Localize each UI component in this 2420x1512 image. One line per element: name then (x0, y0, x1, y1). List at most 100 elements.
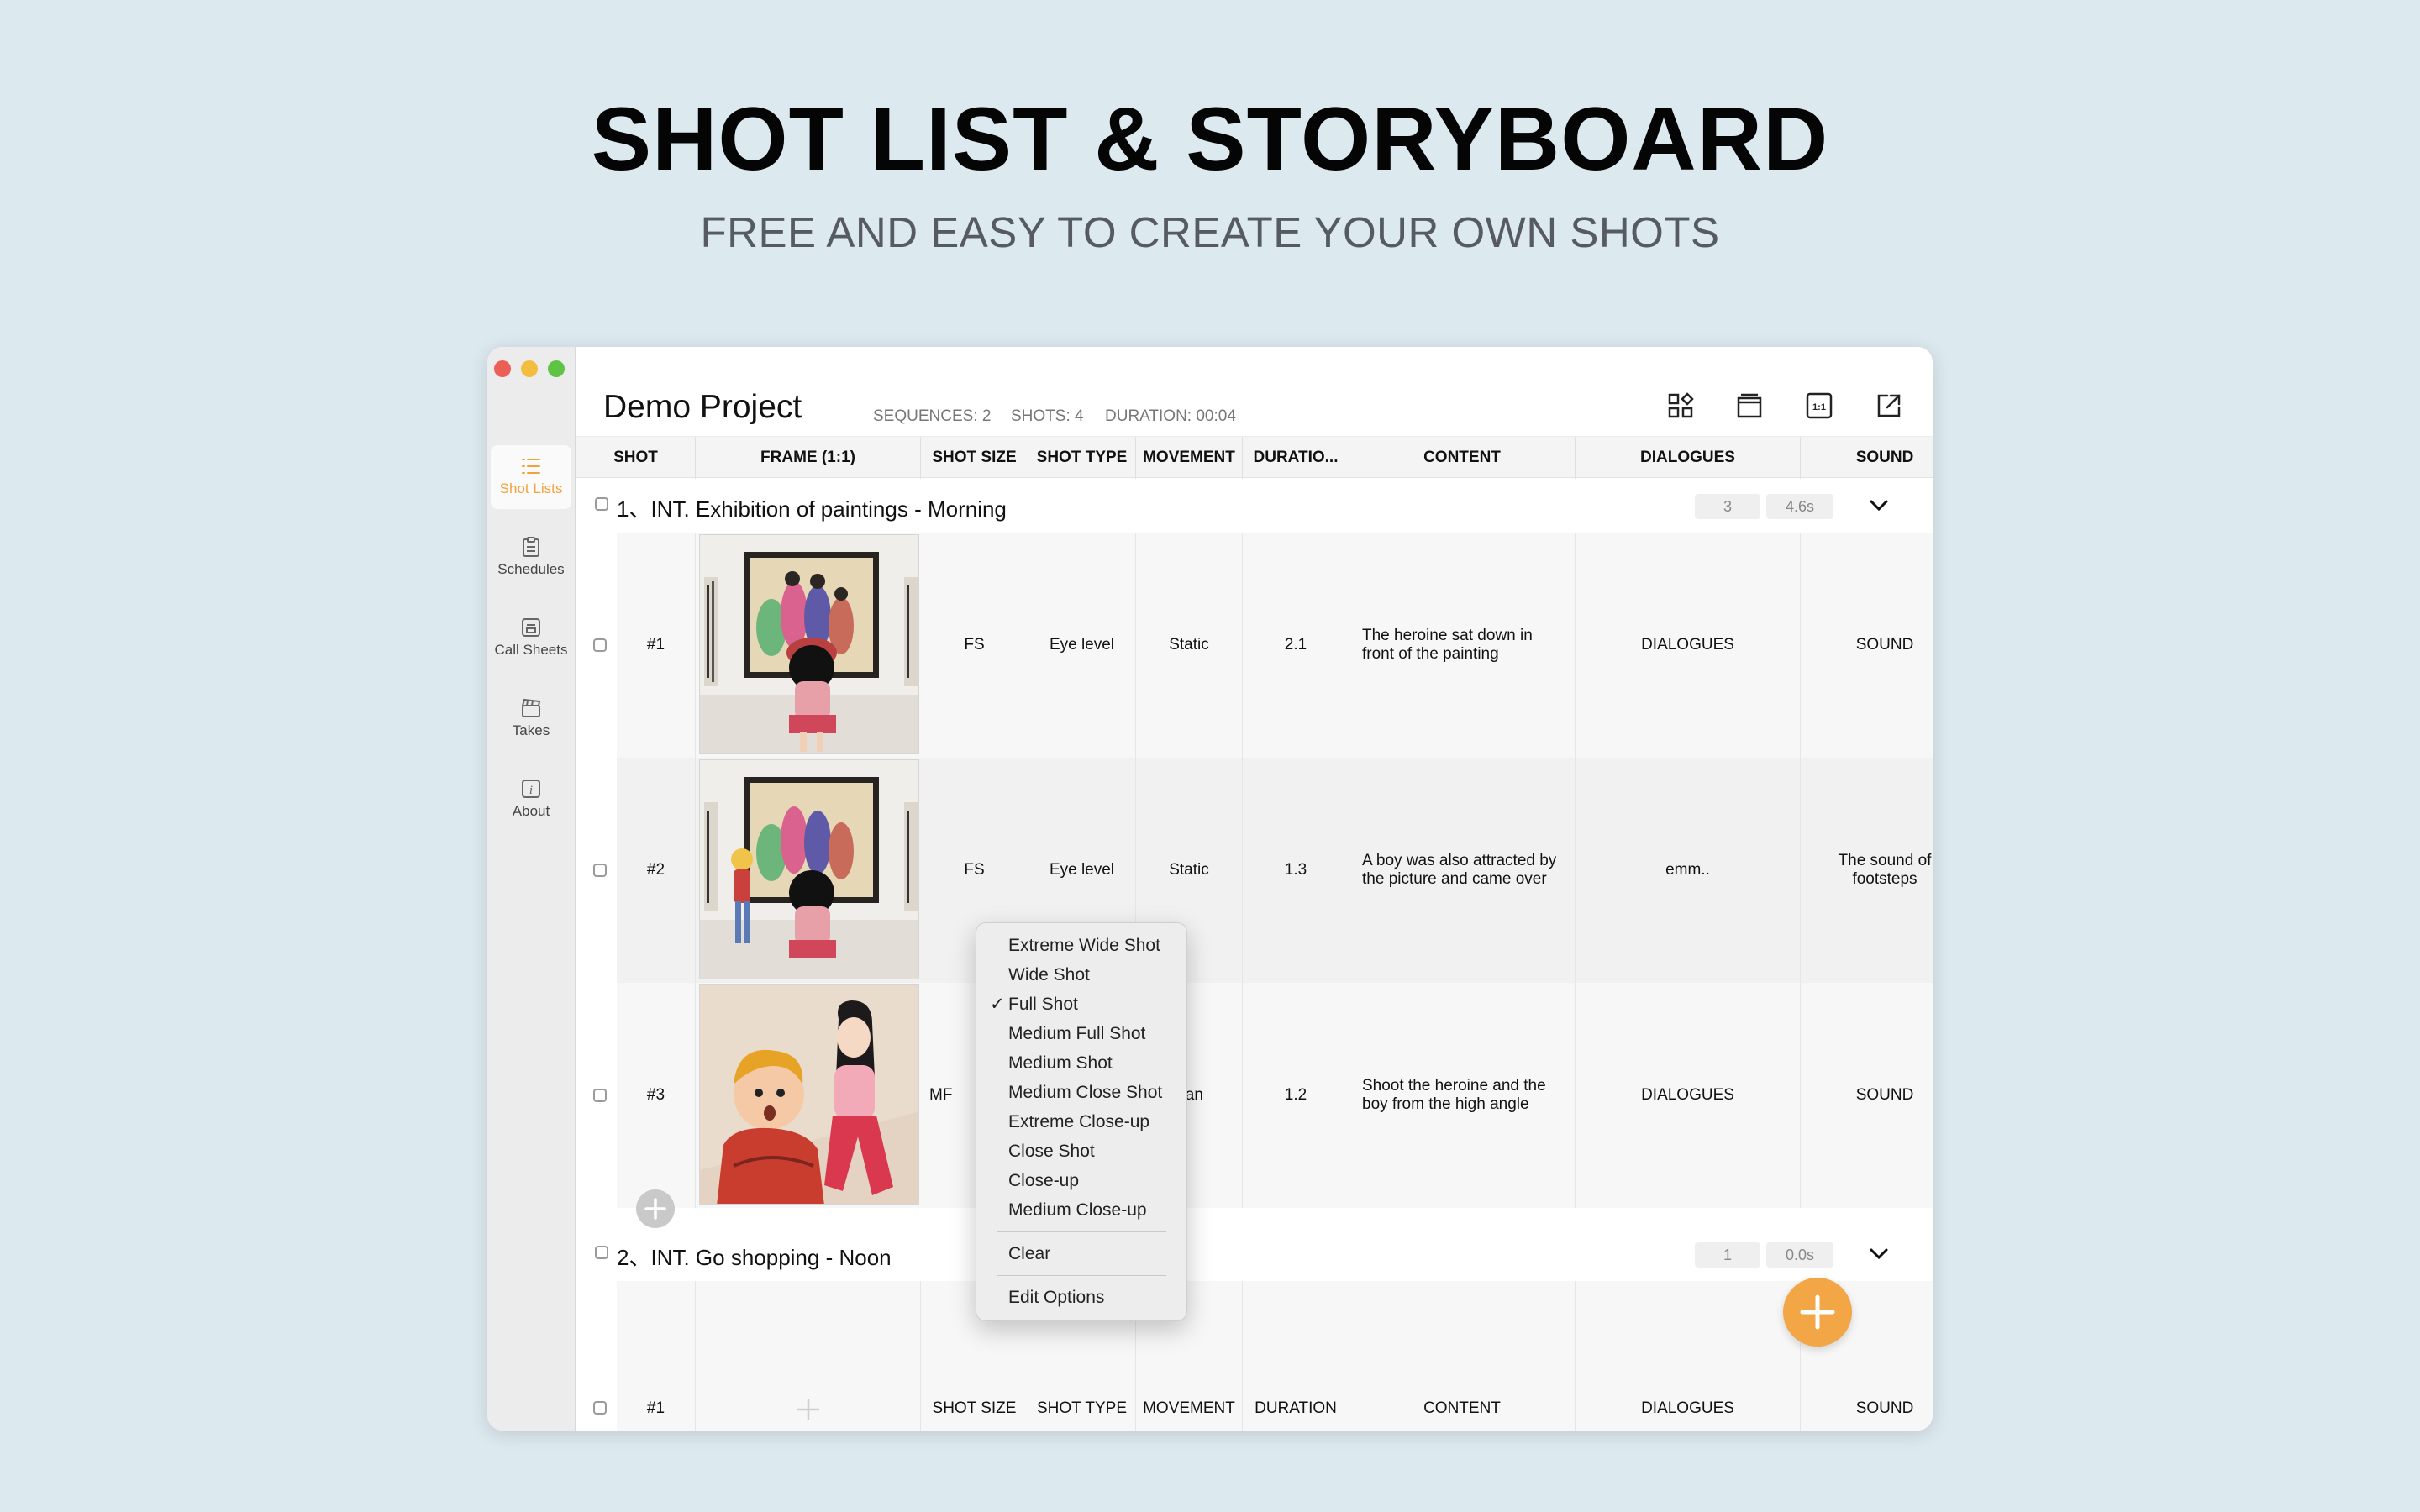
content-cell[interactable]: CONTENT (1349, 1281, 1576, 1431)
sidebar-item-label: Takes (512, 722, 550, 738)
column-header-shot[interactable]: SHOT (576, 437, 696, 479)
add-shot-button[interactable] (636, 1189, 675, 1228)
menu-item-clear[interactable]: Clear (976, 1239, 1186, 1268)
table-row[interactable]: #2 FS Eye level Static 1.3 A boy was als… (593, 758, 1933, 983)
export-icon[interactable] (1874, 391, 1904, 421)
column-header-movement[interactable]: MOVEMENT (1136, 437, 1243, 479)
sidebar-item-call-sheets[interactable]: Call Sheets (491, 606, 571, 670)
table-row[interactable]: #1 SHOT SIZE SHOT TYPE MOVEMENT DURATION… (593, 1281, 1933, 1431)
grid-view-icon[interactable] (1665, 391, 1696, 421)
main-area: Demo Project SEQUENCES: 2 SHOTS: 4 DURAT… (576, 347, 1933, 1431)
dialogues-cell[interactable]: emm.. (1576, 758, 1801, 983)
sound-cell[interactable]: SOUND (1801, 983, 1933, 1208)
column-header-frame[interactable]: FRAME (1:1) (696, 437, 921, 479)
menu-item-medium-close-shot[interactable]: Medium Close Shot (976, 1078, 1186, 1107)
total-duration: DURATION: 00:04 (1105, 407, 1236, 425)
row-checkbox[interactable] (593, 1089, 607, 1102)
shot-size-cell[interactable]: FS (921, 533, 1028, 758)
table-header: SHOT FRAME (1:1) SHOT SIZE SHOT TYPE MOV… (576, 436, 1933, 479)
aspect-ratio-icon[interactable]: 1:1 (1804, 391, 1834, 421)
shot-number: #3 (617, 983, 696, 1208)
layout-view-icon[interactable] (1734, 391, 1765, 421)
storyboard-frame-image[interactable] (699, 984, 919, 1205)
row-checkbox[interactable] (593, 638, 607, 652)
plus-icon (1800, 1294, 1835, 1330)
column-header-dialogues[interactable]: DIALOGUES (1576, 437, 1801, 479)
menu-item-close-up[interactable]: Close-up (976, 1166, 1186, 1195)
storyboard-frame-image[interactable] (699, 534, 919, 754)
table-row[interactable]: #3 MF Pan 1.2 Shoot the heroine and the … (593, 983, 1933, 1208)
sequence-checkbox[interactable] (595, 497, 608, 511)
sidebar-item-label: Call Sheets (494, 642, 568, 658)
sequence-shot-count: 3 (1695, 494, 1760, 519)
sequence-duration: 0.0s (1766, 1242, 1833, 1268)
menu-item-close-shot[interactable]: Close Shot (976, 1137, 1186, 1166)
sidebar-item-schedules[interactable]: Schedules (491, 526, 571, 590)
menu-item-extreme-wide-shot[interactable]: Extreme Wide Shot (976, 931, 1186, 960)
movement-cell[interactable]: Static (1136, 533, 1243, 758)
clapper-icon (522, 698, 541, 717)
content-cell[interactable]: Shoot the heroine and the boy from the h… (1349, 983, 1576, 1208)
dialogues-cell[interactable]: DIALOGUES (1576, 1281, 1801, 1431)
sidebar-item-shot-lists[interactable]: Shot Lists (491, 445, 571, 509)
duration-cell[interactable]: 1.2 (1243, 983, 1349, 1208)
content-cell[interactable]: The heroine sat down in front of the pai… (1349, 533, 1576, 758)
sidebar-item-about[interactable]: i About (491, 768, 571, 832)
list-icon (522, 459, 540, 474)
table-row[interactable]: #1 FS Eye level Static 2.1 The heroine s… (593, 533, 1933, 758)
chevron-down-icon[interactable] (1867, 1242, 1891, 1266)
plus-icon (797, 1399, 819, 1420)
storyboard-frame-image[interactable] (699, 759, 919, 979)
column-header-duration[interactable]: DURATIO... (1243, 437, 1349, 479)
menu-item-medium-full-shot[interactable]: Medium Full Shot (976, 1019, 1186, 1048)
duration-cell[interactable]: 2.1 (1243, 533, 1349, 758)
shots-count: SHOTS: 4 (1011, 407, 1084, 425)
column-header-content[interactable]: CONTENT (1349, 437, 1576, 479)
shot-number: #1 (617, 1281, 696, 1431)
duration-cell[interactable]: 1.3 (1243, 758, 1349, 983)
svg-text:1:1: 1:1 (1812, 402, 1826, 412)
content-cell[interactable]: A boy was also attracted by the picture … (1349, 758, 1576, 983)
menu-divider (997, 1231, 1166, 1232)
info-icon: i (522, 780, 540, 798)
menu-item-wide-shot[interactable]: Wide Shot (976, 960, 1186, 990)
add-sequence-button[interactable] (1783, 1278, 1852, 1347)
zoom-window-button[interactable] (548, 360, 565, 377)
shot-number: #2 (617, 758, 696, 983)
close-window-button[interactable] (494, 360, 511, 377)
sidebar-item-takes[interactable]: Takes (491, 687, 571, 751)
sequence-header: 2、INT. Go shopping - Noon 1 0.0s (576, 1227, 1933, 1281)
svg-text:i: i (529, 784, 533, 797)
shot-type-cell[interactable]: Eye level (1028, 533, 1136, 758)
dialogues-cell[interactable]: DIALOGUES (1576, 533, 1801, 758)
sequence-title[interactable]: 2、INT. Go shopping - Noon (617, 1241, 892, 1272)
sound-cell[interactable]: The sound of footsteps (1801, 758, 1933, 983)
sheet-icon (522, 618, 540, 637)
column-header-shot-size[interactable]: SHOT SIZE (921, 437, 1028, 479)
plus-icon (644, 1198, 666, 1220)
sound-cell[interactable]: SOUND (1801, 533, 1933, 758)
menu-item-medium-shot[interactable]: Medium Shot (976, 1048, 1186, 1078)
sequence-shot-count: 1 (1695, 1242, 1760, 1268)
menu-item-edit-options[interactable]: Edit Options (976, 1283, 1186, 1312)
shot-number: #1 (617, 533, 696, 758)
row-checkbox[interactable] (593, 1401, 607, 1415)
app-window: Shot Lists Schedules Call Sheets Takes i… (487, 347, 1933, 1431)
column-header-shot-type[interactable]: SHOT TYPE (1028, 437, 1136, 479)
shot-size-menu: Extreme Wide Shot Wide Shot ✓ Full Shot M… (976, 922, 1187, 1321)
sidebar: Shot Lists Schedules Call Sheets Takes i… (487, 347, 576, 1431)
add-frame-button[interactable] (696, 1281, 921, 1431)
menu-item-medium-close-up[interactable]: Medium Close-up (976, 1195, 1186, 1225)
sidebar-item-label: About (512, 803, 550, 819)
dialogues-cell[interactable]: DIALOGUES (1576, 983, 1801, 1208)
menu-item-full-shot[interactable]: ✓ Full Shot (976, 990, 1186, 1019)
column-header-sound[interactable]: SOUND (1801, 437, 1933, 479)
menu-item-extreme-close-up[interactable]: Extreme Close-up (976, 1107, 1186, 1137)
chevron-down-icon[interactable] (1867, 494, 1891, 517)
row-checkbox[interactable] (593, 864, 607, 877)
minimize-window-button[interactable] (521, 360, 538, 377)
duration-cell[interactable]: DURATION (1243, 1281, 1349, 1431)
sequence-checkbox[interactable] (595, 1246, 608, 1259)
sidebar-item-label: Shot Lists (499, 480, 563, 496)
sequence-title[interactable]: 1、INT. Exhibition of paintings - Morning (617, 492, 1007, 523)
